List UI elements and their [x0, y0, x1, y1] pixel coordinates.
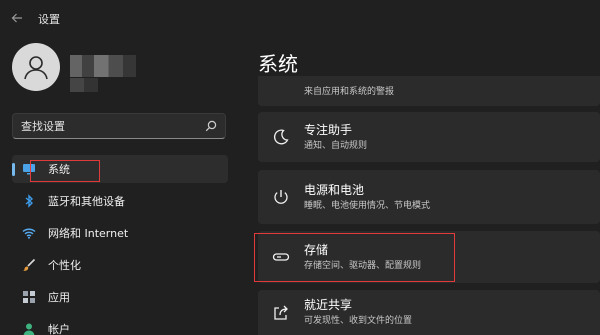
sidebar-item-accounts[interactable]: 帐户 — [12, 315, 228, 335]
power-battery-subtitle: 睡眠、电池使用情况、节电模式 — [304, 200, 431, 211]
search-icon[interactable] — [205, 120, 217, 132]
paintbrush-icon — [23, 258, 36, 271]
person-icon — [23, 323, 35, 335]
focus-assist-title: 专注助手 — [304, 122, 353, 137]
power-battery-title: 电源和电池 — [304, 182, 365, 197]
moon-icon — [273, 129, 289, 145]
sidebar-item-label: 应用 — [48, 291, 70, 304]
power-icon — [274, 190, 288, 204]
wifi-icon — [22, 228, 36, 239]
arrow-left-icon — [11, 13, 22, 23]
app-title: 设置 — [38, 13, 60, 26]
sidebar-item-label: 个性化 — [48, 259, 81, 272]
highlight-box-storage — [254, 233, 455, 282]
nearby-sharing-subtitle: 可发现性、收到文件的位置 — [304, 316, 413, 326]
nearby-sharing-title: 就近共享 — [304, 298, 353, 312]
sidebar-item-network[interactable]: 网络和 Internet — [12, 219, 228, 247]
search-input[interactable]: 查找设置 — [21, 118, 205, 134]
sidebar-item-apps[interactable]: 应用 — [12, 283, 228, 311]
account-name-blurred — [70, 55, 136, 77]
power-battery-card[interactable]: 电源和电池 睡眠、电池使用情况、节电模式 — [258, 170, 600, 224]
avatar[interactable] — [12, 43, 60, 91]
page-title: 系统 — [258, 52, 298, 76]
sidebar-item-bluetooth[interactable]: 蓝牙和其他设备 — [12, 187, 228, 215]
nearby-sharing-card[interactable]: 就近共享 可发现性、收到文件的位置 — [258, 290, 600, 335]
sidebar-item-personalization[interactable]: 个性化 — [12, 251, 228, 279]
sidebar-item-label: 蓝牙和其他设备 — [48, 195, 125, 208]
account-email-blurred — [70, 78, 98, 92]
share-icon — [274, 305, 288, 320]
focus-assist-card[interactable]: 专注助手 通知、自动规则 — [258, 112, 600, 162]
search-box[interactable]: 查找设置 — [12, 113, 226, 139]
sidebar-item-label: 帐户 — [48, 323, 70, 335]
sidebar-item-label: 网络和 Internet — [48, 227, 129, 240]
back-button[interactable] — [10, 11, 24, 25]
apps-grid-icon — [23, 291, 35, 303]
focus-assist-subtitle: 通知、自动规则 — [304, 140, 368, 151]
highlight-box-system — [30, 160, 100, 182]
user-icon — [24, 56, 48, 80]
notifications-subtitle: 来自应用和系统的警报 — [304, 87, 395, 97]
bluetooth-icon — [25, 194, 34, 208]
sidebar-nav: 系统 蓝牙和其他设备 网络和 Internet 个性化 应用 帐户 — [12, 155, 228, 335]
